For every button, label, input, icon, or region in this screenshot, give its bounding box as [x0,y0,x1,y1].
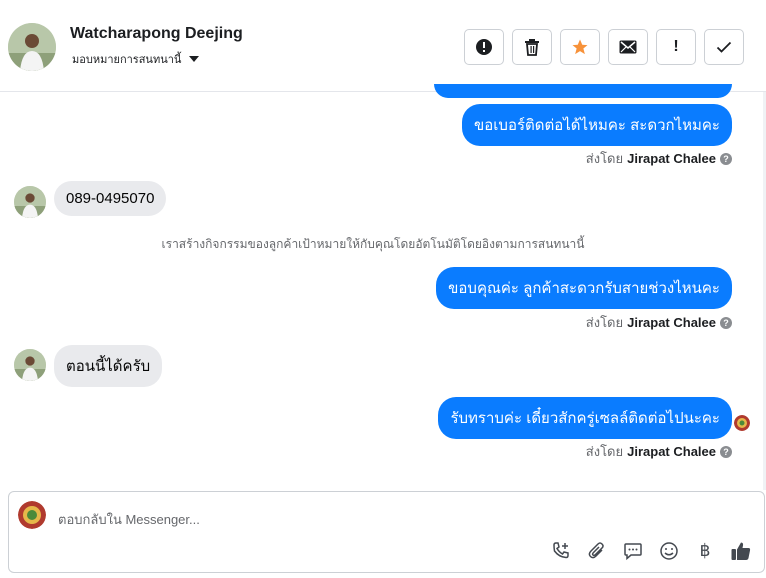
report-button[interactable] [464,29,504,65]
message-bubble-incoming[interactable]: 089-0495070 [54,181,167,216]
sent-by-label: ส่งโดย Jirapat Chalee ? [586,148,732,169]
exclamation-icon: ! [673,38,679,55]
star-icon [572,39,588,55]
help-icon[interactable]: ? [720,316,732,329]
envelope-icon [619,40,637,54]
message-thread[interactable]: ขอเบอร์ติดต่อได้ไหมคะ สะดวกไหมคะ ส่งโดย … [0,84,766,490]
help-icon[interactable]: ? [720,152,732,165]
saved-reply-button[interactable] [622,540,644,562]
sent-by-agent[interactable]: Jirapat Chalee [627,151,716,166]
emoji-button[interactable] [658,540,680,562]
sent-by-agent[interactable]: Jirapat Chalee [627,315,716,330]
sent-by-prefix: ส่งโดย [585,315,624,330]
reply-composer: ตอบกลับใน Messenger... ฿ [8,491,765,573]
mark-done-button[interactable] [704,29,744,65]
message-bubble-outgoing[interactable]: ขอบคุณค่ะ ลูกค้าสะดวกรับสายช่วงไหนคะ [436,267,732,309]
delete-button[interactable] [512,29,552,65]
sent-by-agent[interactable]: Jirapat Chalee [627,444,716,459]
header-actions: ! [464,29,744,65]
message-bubble-outgoing[interactable]: รับทราบค่ะ เดี๋ยวสักครู่เซลล์ติดต่อไปนะค… [438,397,732,439]
add-call-icon [553,542,569,559]
composer-toolbar: ฿ [550,540,752,562]
report-icon [476,39,492,55]
message-bubble-outgoing-partial [434,84,732,98]
attach-button[interactable] [586,540,608,562]
system-note: เราสร้างกิจกรรมของลูกค้าเป้าหมายให้กับคุ… [161,237,585,251]
saved-reply-icon [624,543,642,561]
paperclip-icon [588,542,604,559]
baht-icon: ฿ [699,541,711,560]
assign-label: มอบหมายการสนทนานี้ [72,54,182,66]
message-bubble-outgoing[interactable]: ขอเบอร์ติดต่อได้ไหมคะ สะดวกไหมคะ [462,104,732,146]
mark-unread-button[interactable] [608,29,648,65]
emoji-icon [660,542,678,560]
add-call-button[interactable] [550,540,572,562]
payment-button[interactable]: ฿ [694,540,716,562]
checkmark-icon [716,41,732,53]
sent-by-prefix: ส่งโดย [585,151,624,166]
contact-avatar-small[interactable] [14,186,46,218]
contact-avatar[interactable] [8,23,56,71]
spam-button[interactable]: ! [656,29,696,65]
star-button[interactable] [560,29,600,65]
reply-input[interactable]: ตอบกลับใน Messenger... [58,509,200,530]
contact-name[interactable]: Watcharapong Deejing [70,25,243,43]
seen-avatar-icon [734,415,750,431]
help-icon[interactable]: ? [720,445,732,458]
message-bubble-incoming[interactable]: ตอนนี้ได้ครับ [54,345,163,387]
assign-conversation-dropdown[interactable]: มอบหมายการสนทนานี้ [72,50,200,68]
like-button[interactable] [730,540,752,562]
thumbs-up-icon [731,542,751,560]
page-avatar [18,501,46,529]
conversation-header: Watcharapong Deejing มอบหมายการสนทนานี้ [0,0,766,92]
contact-avatar-small[interactable] [14,349,46,381]
sent-by-label: ส่งโดย Jirapat Chalee ? [586,441,732,462]
sent-by-prefix: ส่งโดย [585,444,624,459]
caret-down-icon [189,56,200,62]
trash-icon [525,39,539,56]
sent-by-label: ส่งโดย Jirapat Chalee ? [586,312,732,333]
